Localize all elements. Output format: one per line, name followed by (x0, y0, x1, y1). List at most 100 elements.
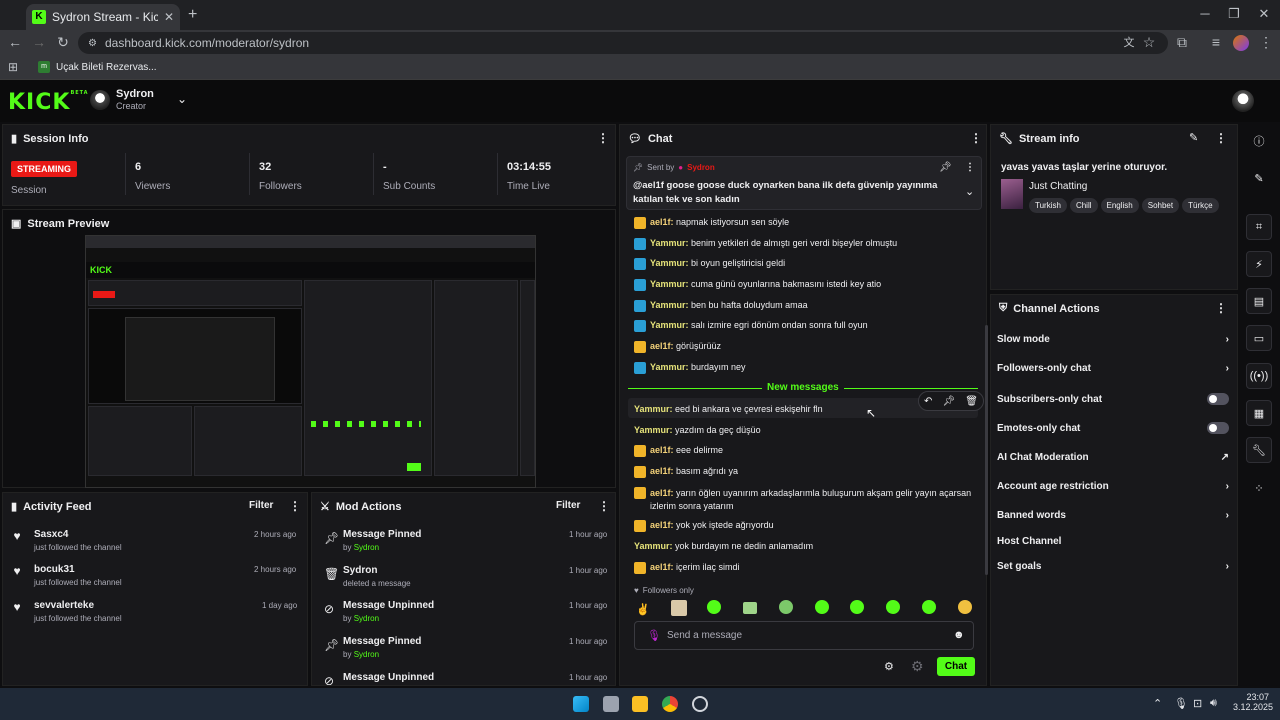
emote-icon[interactable] (850, 600, 864, 614)
emote-icon[interactable] (743, 602, 757, 614)
chat-user[interactable]: ael1f: (650, 341, 674, 351)
feed-user[interactable]: sevvalerteke (34, 600, 122, 611)
emote-icon[interactable] (886, 600, 900, 614)
chat-user[interactable]: Yammur: (650, 238, 689, 248)
emoji-icon[interactable]: ☻ (953, 629, 965, 641)
more-icon[interactable]: ⋮ (965, 162, 975, 173)
task-view-icon[interactable] (603, 696, 619, 712)
new-tab-button[interactable]: + (188, 6, 197, 24)
chat-message[interactable]: ael1f: yok yok iştede ağrıyordu (634, 520, 974, 532)
feed-user[interactable]: Sasxc4 (34, 529, 122, 540)
layout-icon[interactable]: ▦ (1246, 400, 1272, 426)
action-host-channel[interactable]: Host Channel (997, 536, 1229, 547)
unpin-icon[interactable]: 📌︎ (939, 162, 952, 173)
emote-icon[interactable] (815, 600, 829, 614)
chat-user[interactable]: Yammur: (650, 279, 689, 289)
user-menu-avatar[interactable] (1232, 90, 1254, 112)
file-explorer-icon[interactable] (632, 696, 648, 712)
tray-mic-icon[interactable]: 🎙︎ (1174, 697, 1188, 710)
kick-logo[interactable]: KICKBETA (8, 90, 89, 115)
mod-user[interactable]: Sydron (354, 614, 379, 623)
more-icon[interactable]: ⋮ (598, 499, 610, 513)
filter-button[interactable]: Filter (249, 500, 273, 511)
chat-message[interactable]: ael1f: görüşürüüz (634, 341, 974, 353)
chat-message[interactable]: Yammur: bi oyun geliştiricisi geldi (634, 258, 974, 270)
edit-pencil-icon[interactable]: ✎ (1189, 131, 1198, 144)
windows-start-icon[interactable] (573, 696, 589, 712)
profile-avatar[interactable] (1233, 35, 1249, 51)
chat-message[interactable]: ael1f: eee delirme (634, 445, 974, 457)
filter-button[interactable]: Filter (556, 500, 580, 511)
lightning-icon[interactable]: ⚡︎ (1246, 251, 1272, 277)
back-icon[interactable]: ← (6, 34, 24, 50)
tray-chevron-icon[interactable]: ⌃ (1153, 697, 1162, 710)
chat-user[interactable]: Yammur: (634, 425, 673, 435)
mod-user[interactable]: Sydron (354, 650, 379, 659)
chat-icon[interactable]: ▭ (1246, 325, 1272, 351)
chrome-icon[interactable] (662, 696, 678, 712)
apps-icon[interactable]: ⁘ (1246, 475, 1272, 501)
obs-icon[interactable] (692, 696, 708, 712)
bookmark-star-icon[interactable]: ☆ (1140, 34, 1158, 51)
chat-message[interactable]: Yammur: benim yetkileri de almıştı geri … (634, 238, 974, 250)
reload-icon[interactable]: ↻ (54, 34, 72, 51)
chat-input[interactable]: 🎙︎ Send a message ☻ (634, 621, 974, 650)
minimize-icon[interactable]: ─ (1195, 6, 1215, 21)
category-thumbnail[interactable] (1001, 179, 1023, 209)
chat-user[interactable]: Yammur: (650, 258, 689, 268)
wrench-icon[interactable]: 🔧︎ (1246, 437, 1272, 463)
creator-avatar[interactable] (90, 90, 110, 110)
translate-icon[interactable]: 文 (1120, 34, 1138, 50)
chat-message[interactable]: ael1f: basım ağrıdı ya (634, 466, 974, 478)
action-account-age[interactable]: Account age restriction › (997, 481, 1229, 492)
tag[interactable]: Türkçe (1182, 198, 1219, 213)
tag[interactable]: Sohbet (1141, 198, 1180, 213)
send-chat-button[interactable]: Chat (937, 657, 975, 676)
more-icon[interactable]: ⋮ (597, 131, 609, 145)
chat-message[interactable]: Yammur: yazdım da geç düşüo (634, 425, 974, 435)
chat-scrollbar[interactable] (985, 325, 988, 575)
url-field[interactable]: ⚙ dashboard.kick.com/moderator/sydron (78, 32, 1168, 54)
media-icon[interactable]: ≡ (1207, 34, 1225, 50)
tag[interactable]: Turkish (1029, 198, 1067, 213)
emote-icon[interactable] (707, 600, 721, 614)
info-icon[interactable]: ⓘ (1246, 128, 1272, 154)
action-followers-only[interactable]: Followers-only chat › (997, 363, 1229, 374)
emote-icon[interactable] (922, 600, 936, 614)
chat-user[interactable]: Yammur: (650, 362, 689, 372)
taskbar-clock[interactable]: 23:07 3.12.2025 (1233, 692, 1273, 712)
more-icon[interactable]: ⋮ (970, 131, 982, 145)
chevron-down-icon[interactable]: ⌄ (177, 92, 187, 106)
subscribers-only-toggle[interactable] (1207, 393, 1229, 405)
tag[interactable]: English (1100, 198, 1139, 213)
document-icon[interactable]: ▤ (1246, 288, 1272, 314)
chat-user[interactable]: Yammur: (650, 300, 689, 310)
chat-message[interactable]: ael1f: yarın öğlen uyanırım arkadaşlarım… (634, 487, 974, 513)
emote-icon[interactable] (779, 600, 793, 614)
action-slow-mode[interactable]: Slow mode › (997, 334, 1229, 345)
chat-message[interactable]: Yammur: ben bu hafta doluydum amaa (634, 300, 974, 312)
emotes-only-toggle[interactable] (1207, 422, 1229, 434)
action-ai-moderation[interactable]: AI Chat Moderation ↗ (997, 452, 1229, 463)
browser-menu-icon[interactable]: ⋮ (1257, 34, 1275, 51)
chat-message[interactable]: ael1f: napmak istiyorsun sen söyle (634, 217, 974, 229)
chat-message[interactable]: Yammur: burdayım ney (634, 362, 974, 374)
site-info-icon[interactable]: ⚙ (88, 38, 97, 49)
tray-volume-icon[interactable]: 🔊︎ (1210, 697, 1217, 710)
stream-preview-video[interactable]: KICK (85, 235, 536, 488)
chat-user[interactable]: ael1f: (650, 488, 674, 498)
broadcast-icon[interactable]: ((•)) (1246, 363, 1272, 389)
chat-message[interactable]: ael1f: içerim ilaç simdi (634, 562, 974, 574)
browser-tab[interactable]: K Sydron Stream - Kick Dashboard ✕ (26, 4, 180, 30)
extensions-icon[interactable]: ⧉ (1173, 34, 1191, 51)
tag[interactable]: Chill (1069, 198, 1098, 213)
chat-message[interactable]: Yammur: cuma günü oyunlarına bakmasını i… (634, 279, 974, 291)
pinned-user[interactable]: Sydron (687, 163, 715, 172)
mod-user[interactable]: Sydron (354, 543, 379, 552)
tab-close-icon[interactable]: ✕ (164, 10, 174, 24)
forward-icon[interactable]: → (30, 34, 48, 50)
pinned-message[interactable]: 📌︎ Sent by ● Sydron 📌︎ ⋮ @ael1f goose go… (626, 156, 982, 210)
chat-user[interactable]: ael1f: (650, 466, 674, 476)
chat-message[interactable]: Yammur: yok burdayım ne dedin anlamadım (634, 541, 974, 551)
maximize-icon[interactable]: ❐ (1224, 6, 1244, 22)
